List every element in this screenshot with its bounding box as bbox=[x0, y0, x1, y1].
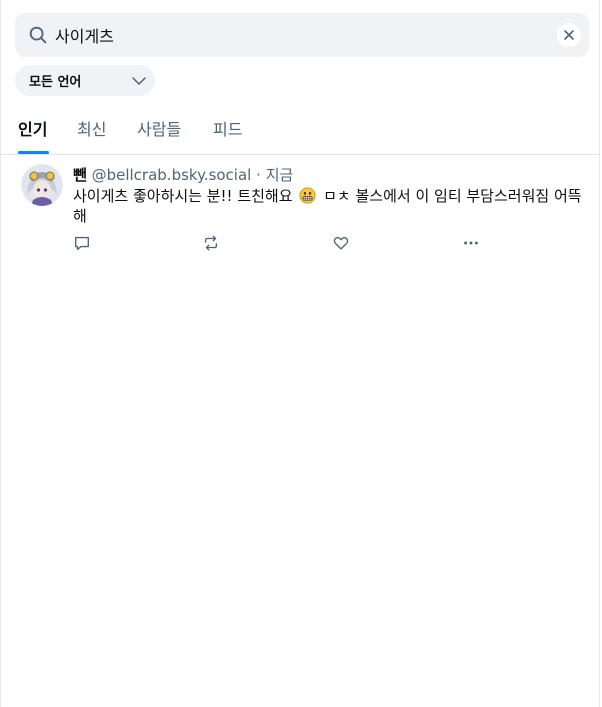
author-handle[interactable]: @bellcrab.bsky.social bbox=[92, 166, 252, 184]
more-options-icon[interactable] bbox=[462, 234, 480, 252]
repost-icon[interactable] bbox=[202, 234, 220, 252]
header-separator: · bbox=[256, 166, 261, 184]
clear-search-button[interactable] bbox=[557, 23, 581, 47]
search-page: 모든 언어 인기 최신 사람들 피드 bbox=[0, 0, 600, 707]
chevron-down-icon bbox=[132, 77, 146, 85]
like-icon[interactable] bbox=[332, 234, 350, 252]
post-header: 뺀 @bellcrab.bsky.social · 지금 bbox=[73, 164, 293, 185]
active-tab-indicator bbox=[18, 151, 49, 154]
tab-top[interactable]: 인기 bbox=[18, 116, 49, 154]
tab-label: 인기 bbox=[18, 120, 48, 139]
tab-label: 사람들 bbox=[137, 120, 182, 139]
tab-label: 피드 bbox=[213, 120, 243, 139]
close-icon bbox=[564, 30, 574, 40]
search-tabs: 인기 최신 사람들 피드 bbox=[1, 106, 599, 155]
avatar[interactable] bbox=[21, 164, 63, 206]
grimacing-face-icon bbox=[299, 187, 316, 204]
post-actions bbox=[73, 234, 493, 254]
avatar-image bbox=[21, 164, 63, 206]
tab-people[interactable]: 사람들 bbox=[137, 116, 181, 154]
search-bar[interactable] bbox=[15, 13, 589, 57]
tab-label: 최신 bbox=[77, 120, 107, 139]
language-select[interactable]: 모든 언어 bbox=[15, 65, 155, 96]
author-display-name[interactable]: 뺀 bbox=[73, 166, 87, 184]
post-item[interactable]: 뺀 @bellcrab.bsky.social · 지금 사이게츠 좋아하시는 … bbox=[1, 155, 599, 265]
language-select-label: 모든 언어 bbox=[29, 75, 82, 90]
tab-latest[interactable]: 최신 bbox=[77, 116, 106, 154]
post-text: 사이게츠 좋아하시는 분!! 트친해요 ㅁㅊ 볼스에서 이 임티 부담스러워짐 … bbox=[73, 186, 583, 226]
search-icon bbox=[29, 26, 47, 44]
post-timestamp[interactable]: 지금 bbox=[266, 166, 294, 184]
post-text-part-1: 사이게츠 좋아하시는 분!! 트친해요 bbox=[73, 187, 293, 205]
reply-icon[interactable] bbox=[73, 234, 91, 252]
tab-feeds[interactable]: 피드 bbox=[213, 116, 242, 154]
search-input[interactable] bbox=[55, 22, 515, 48]
